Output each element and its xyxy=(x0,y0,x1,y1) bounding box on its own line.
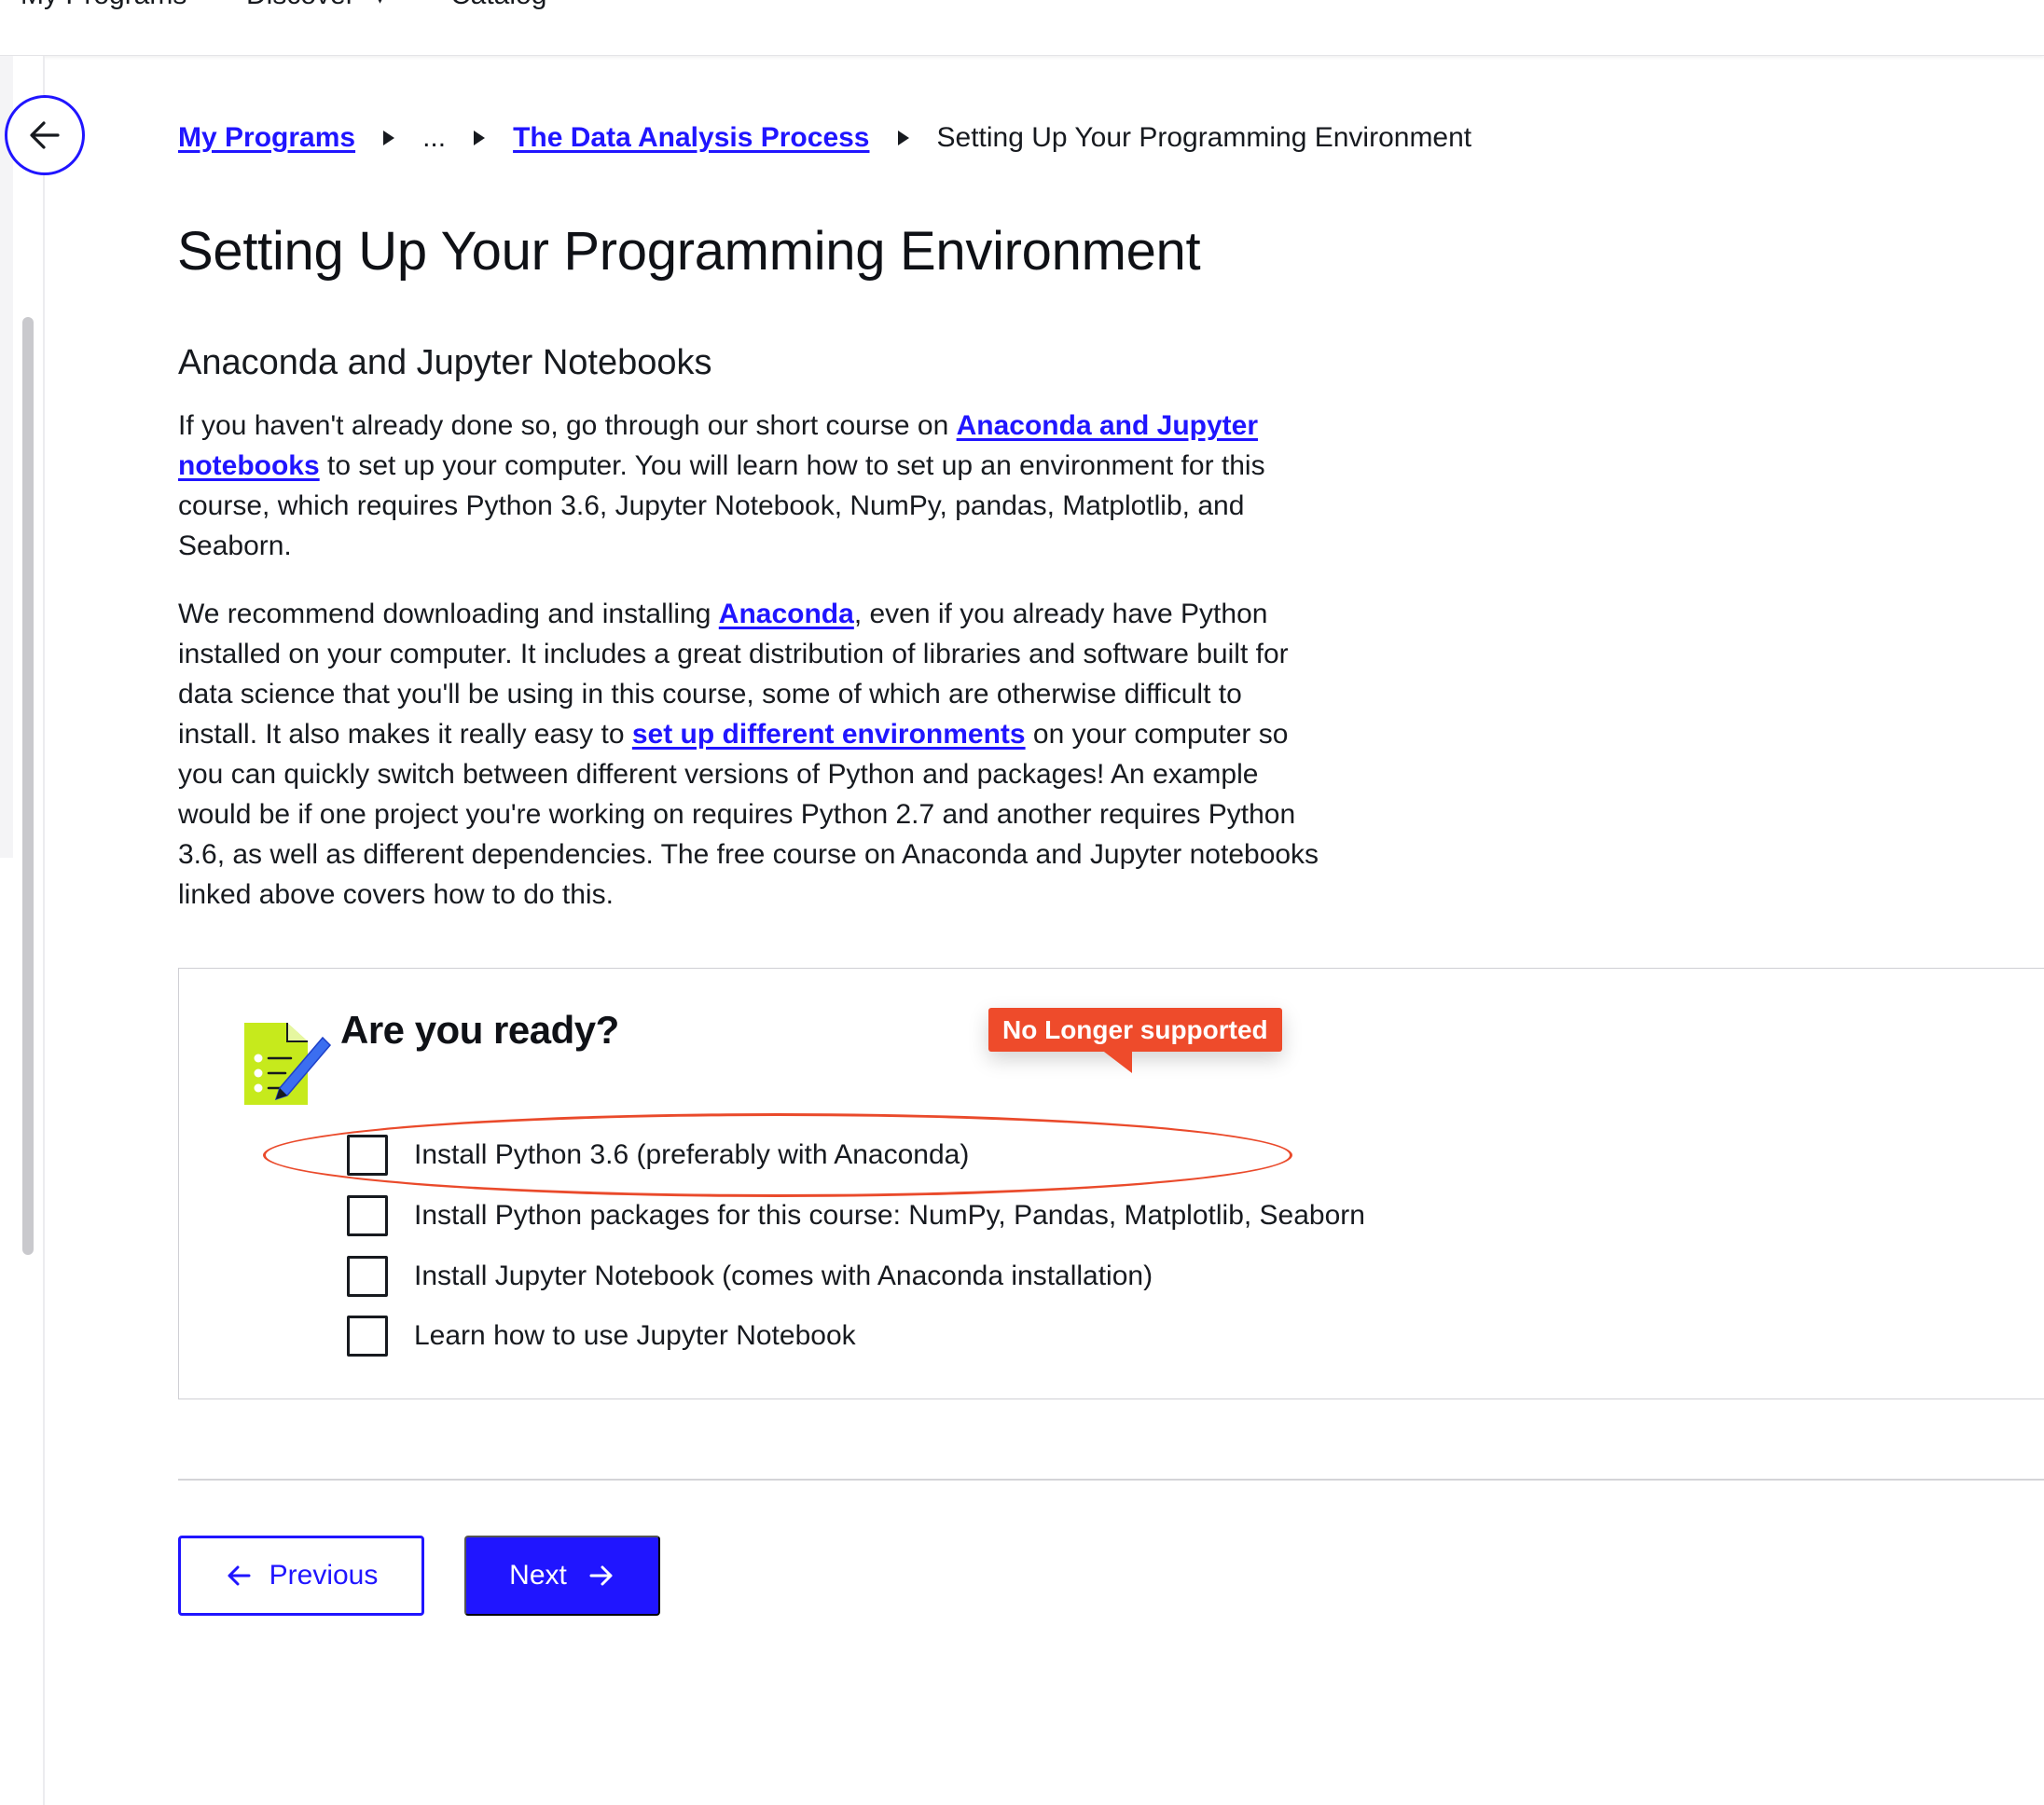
page-title: Setting Up Your Programming Environment xyxy=(177,221,1201,282)
checkbox[interactable] xyxy=(347,1195,388,1236)
arrow-right-icon xyxy=(589,1565,613,1586)
content-divider xyxy=(178,1479,2044,1481)
checklist-icon xyxy=(244,1023,332,1105)
next-button[interactable]: Next xyxy=(464,1536,660,1616)
checklist-item[interactable]: Install Python packages for this course:… xyxy=(347,1195,1365,1236)
previous-button-label: Previous xyxy=(269,1560,379,1591)
next-button-label: Next xyxy=(509,1560,567,1591)
nav-my-programs[interactable]: My Programs xyxy=(21,0,186,11)
checkbox[interactable] xyxy=(347,1316,388,1357)
checklist-item-label: Install Python 3.6 (preferably with Anac… xyxy=(414,1139,970,1170)
previous-button[interactable]: Previous xyxy=(178,1536,424,1616)
nav-discover-label: Discover xyxy=(246,0,355,10)
badge-pointer xyxy=(1100,1049,1132,1073)
breadcrumb-ellipsis[interactable]: ... xyxy=(422,122,446,154)
checklist-title: Are you ready? xyxy=(340,1008,619,1052)
back-button[interactable] xyxy=(5,95,85,175)
scrollbar-thumb[interactable] xyxy=(22,317,34,1255)
breadcrumb-separator-icon xyxy=(897,131,909,145)
intro-text-2: to set up your computer. You will learn … xyxy=(178,450,1265,561)
breadcrumb-separator-icon xyxy=(383,131,395,145)
checklist-item-label: Learn how to use Jupyter Notebook xyxy=(414,1320,856,1351)
checklist-item[interactable]: Install Python 3.6 (preferably with Anac… xyxy=(347,1135,969,1176)
readiness-checklist: Are you ready? No Longer supported Insta… xyxy=(178,968,2044,1399)
checkbox[interactable] xyxy=(347,1135,388,1176)
nav-discover[interactable]: Discover ▾ xyxy=(246,0,384,11)
no-longer-supported-badge: No Longer supported xyxy=(988,1008,1282,1052)
intro-text-1: If you haven't already done so, go throu… xyxy=(178,410,957,441)
recommendation-paragraph: We recommend downloading and installing … xyxy=(178,594,1325,915)
breadcrumb: My Programs ... The Data Analysis Proces… xyxy=(178,117,1471,158)
checklist-item[interactable]: Learn how to use Jupyter Notebook xyxy=(347,1316,856,1357)
left-rail-shade xyxy=(0,56,13,858)
breadcrumb-my-programs[interactable]: My Programs xyxy=(178,122,355,154)
intro-paragraph: If you haven't already done so, go throu… xyxy=(178,406,1325,566)
environments-link[interactable]: set up different environments xyxy=(632,719,1026,750)
checklist-item-label: Install Python packages for this course:… xyxy=(414,1200,1365,1231)
breadcrumb-separator-icon xyxy=(474,131,486,145)
breadcrumb-current: Setting Up Your Programming Environment xyxy=(936,122,1472,153)
back-arrow-icon xyxy=(30,121,60,149)
checklist-item-label: Install Jupyter Notebook (comes with Ana… xyxy=(414,1261,1153,1291)
checklist-item[interactable]: Install Jupyter Notebook (comes with Ana… xyxy=(347,1256,1153,1297)
anaconda-link[interactable]: Anaconda xyxy=(719,599,854,629)
section-heading: Anaconda and Jupyter Notebooks xyxy=(178,343,712,382)
caret-down-icon: ▾ xyxy=(376,0,384,7)
arrow-left-icon xyxy=(228,1565,251,1586)
checkbox[interactable] xyxy=(347,1256,388,1297)
breadcrumb-data-analysis-process[interactable]: The Data Analysis Process xyxy=(513,122,869,154)
left-rail xyxy=(0,56,45,1805)
recommend-text-1: We recommend downloading and installing xyxy=(178,599,719,629)
nav-catalog[interactable]: Catalog xyxy=(450,0,546,11)
top-nav: My Programs Discover ▾ Catalog xyxy=(0,0,2044,56)
